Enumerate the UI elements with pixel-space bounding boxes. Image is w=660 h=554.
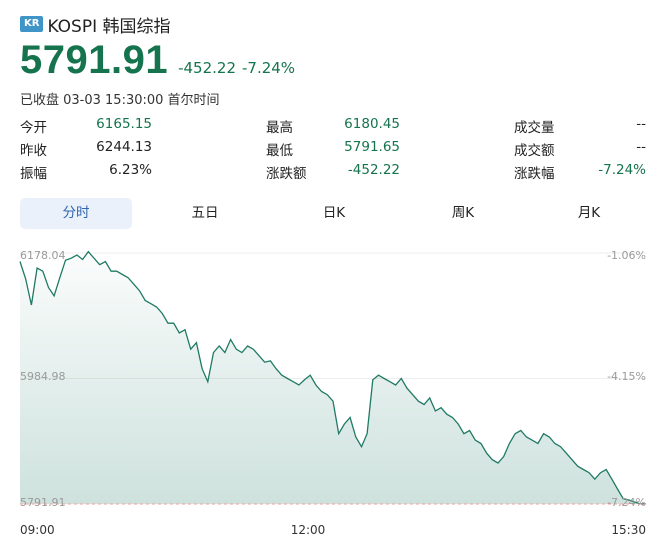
y-axis-right-label-top: -1.06%	[607, 249, 646, 262]
open-label: 今开	[20, 120, 47, 136]
x-axis-label-end: 15:30	[611, 523, 646, 537]
low-value: 5791.65	[344, 139, 400, 155]
volume-value: --	[636, 116, 646, 132]
high-label: 最高	[266, 120, 293, 136]
chart-period-tabs: 分时 五日 日K 周K 月K	[20, 198, 642, 229]
change-pct-value: -7.24%	[598, 162, 646, 178]
market-badge: KR	[20, 16, 44, 32]
quote-header: KR KOSPI 韩国综指	[20, 12, 171, 37]
tab-weekly-k[interactable]: 周K	[407, 198, 519, 229]
y-axis-right-label-bottom: -7.24%	[607, 496, 646, 509]
prev-close-value: 6244.13	[96, 139, 152, 155]
tab-monthly-k[interactable]: 月K	[536, 198, 642, 229]
x-axis-label-mid: 12:00	[291, 523, 326, 537]
turnover-value: --	[636, 139, 646, 155]
price-row: 5791.91 -452.22 -7.24%	[20, 38, 295, 83]
amplitude-label: 振幅	[20, 166, 47, 182]
y-axis-left-label-top: 6178.04	[20, 249, 66, 262]
volume-label: 成交量	[514, 120, 555, 136]
index-title: KOSPI 韩国综指	[47, 16, 171, 37]
tab-daily-k[interactable]: 日K	[278, 198, 390, 229]
market-status: 已收盘 03-03 15:30:00 首尔时间	[20, 93, 220, 108]
change-amount-value: -452.22	[347, 162, 400, 178]
price-change-pct: -7.24%	[242, 59, 296, 77]
y-axis-right-label-mid: -4.15%	[607, 370, 646, 383]
stats-row-2: 昨收 6244.13 最低 5791.65 成交额 --	[20, 139, 646, 161]
low-label: 最低	[266, 143, 293, 159]
y-axis-left-label-mid: 5984.98	[20, 370, 66, 383]
change-amount-label: 涨跌额	[266, 166, 307, 182]
y-axis-left-label-bottom: 5791.91	[20, 496, 66, 509]
open-value: 6165.15	[96, 116, 152, 132]
price-change: -452.22	[178, 59, 236, 77]
high-value: 6180.45	[344, 116, 400, 132]
turnover-label: 成交额	[514, 143, 555, 159]
stats-row-3: 振幅 6.23% 涨跌额 -452.22 涨跌幅 -7.24%	[20, 162, 646, 184]
amplitude-value: 6.23%	[109, 162, 152, 178]
price-area-fill	[20, 251, 646, 504]
change-pct-label: 涨跌幅	[514, 166, 555, 182]
last-price: 5791.91	[20, 38, 169, 82]
tab-intraday[interactable]: 分时	[20, 198, 132, 229]
intraday-chart-svg: 6178.04 5984.98 5791.91 -1.06% -4.15% -7…	[19, 249, 646, 537]
x-axis-label-start: 09:00	[20, 523, 55, 537]
stats-row-1: 今开 6165.15 最高 6180.45 成交量 --	[20, 116, 646, 138]
tab-five-day[interactable]: 五日	[149, 198, 261, 229]
prev-close-label: 昨收	[20, 143, 47, 159]
intraday-chart[interactable]: 6178.04 5984.98 5791.91 -1.06% -4.15% -7…	[0, 234, 660, 554]
